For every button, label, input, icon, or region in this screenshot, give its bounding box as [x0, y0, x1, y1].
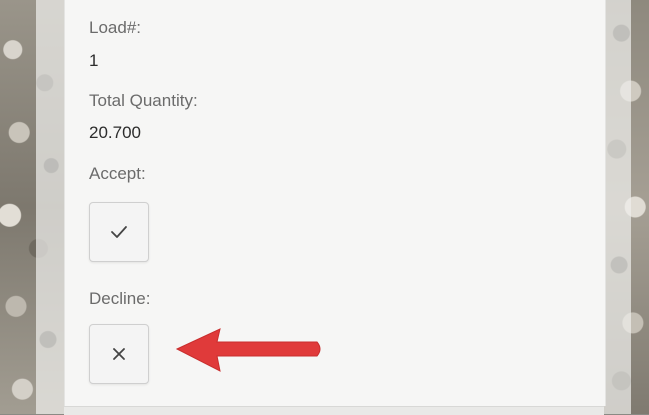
decline-button[interactable]: [89, 324, 149, 384]
total-quantity-value: 20.700: [89, 123, 141, 142]
x-close-icon: [111, 346, 127, 362]
red-arrow-icon: [175, 326, 325, 381]
accept-button[interactable]: [89, 202, 149, 262]
accept-label: Accept:: [89, 164, 146, 183]
load-number-label: Load#:: [89, 18, 141, 37]
load-number-value: 1: [89, 51, 99, 70]
checkmark-icon: [110, 225, 128, 239]
decline-label: Decline:: [89, 289, 151, 308]
total-quantity-label: Total Quantity:: [89, 91, 198, 110]
load-details-card: Load#: 1 Total Quantity: 20.700 Accept: …: [64, 0, 606, 406]
